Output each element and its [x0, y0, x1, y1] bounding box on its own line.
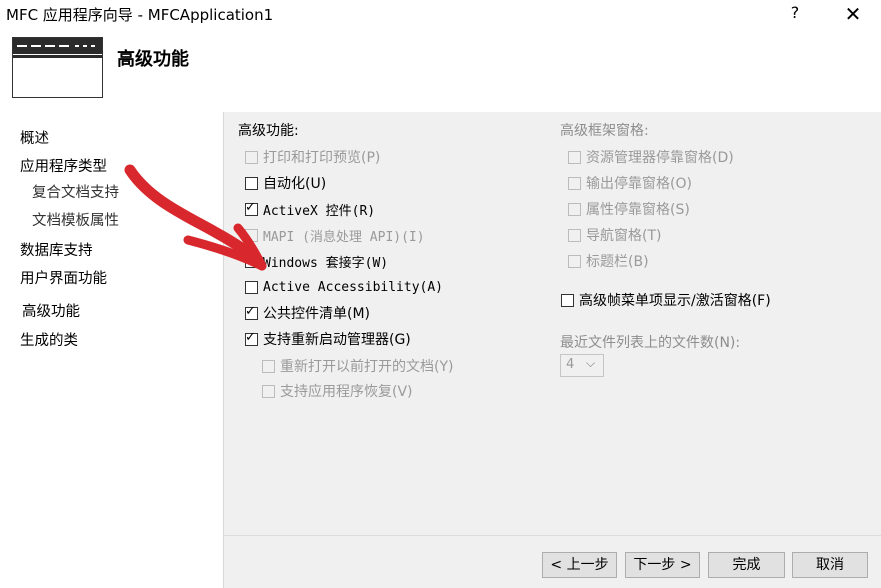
- title-bar: MFC 应用程序向导 - MFCApplication1 ? ✕: [0, 0, 881, 28]
- features-group-label: 高级功能:: [238, 123, 299, 139]
- checkmark-icon: ✓: [245, 329, 256, 345]
- checkbox-box: [262, 384, 275, 398]
- cancel-button[interactable]: 取消: [792, 552, 868, 578]
- output-docking-pane-checkbox[interactable]: 输出停靠窗格(O): [568, 173, 692, 193]
- nav-item-application-type[interactable]: 应用程序类型: [20, 155, 107, 176]
- active-accessibility-checkbox[interactable]: Active Accessibility(A): [245, 277, 443, 297]
- checkmark-icon: ✓: [245, 303, 256, 319]
- properties-docking-pane-checkbox[interactable]: 属性停靠窗格(S): [568, 199, 690, 219]
- checkbox-label: 标题栏(B): [586, 254, 649, 270]
- print-preview-checkbox[interactable]: 打印和打印预览(P): [245, 147, 380, 167]
- checkbox-label: 支持重新启动管理器(G): [263, 332, 411, 348]
- checkbox-label: ActiveX 控件(R): [263, 203, 376, 219]
- checkbox-label: 重新打开以前打开的文档(Y): [280, 359, 454, 375]
- recent-files-label: 最近文件列表上的文件数(N):: [560, 335, 741, 351]
- activex-controls-checkbox[interactable]: ✓ ActiveX 控件(R): [245, 199, 375, 219]
- back-button[interactable]: < 上一步: [542, 552, 617, 578]
- nav-item-document-template[interactable]: 文档模板属性: [32, 209, 119, 230]
- options-panel: 高级功能: 高级框架窗格: 打印和打印预览(P) 自动化(U) ✓ ActiveX…: [223, 112, 881, 588]
- checkbox-label: 打印和打印预览(P): [263, 150, 381, 166]
- page-title: 高级功能: [117, 49, 189, 70]
- checkbox-box: [245, 176, 258, 190]
- restart-manager-checkbox[interactable]: ✓ 支持重新启动管理器(G): [245, 329, 411, 349]
- caption-bar-checkbox[interactable]: 标题栏(B): [568, 251, 649, 271]
- checkbox-label: 导航窗格(T): [586, 228, 662, 244]
- automation-checkbox[interactable]: 自动化(U): [245, 173, 326, 193]
- recent-files-select[interactable]: 4 ⌵: [560, 354, 604, 377]
- checkbox-label: 属性停靠窗格(S): [586, 202, 690, 218]
- checkbox-box: [245, 150, 258, 164]
- application-recovery-checkbox[interactable]: 支持应用程序恢复(V): [262, 381, 413, 401]
- checkbox-label: 输出停靠窗格(O): [586, 176, 692, 192]
- nav-item-advanced-features[interactable]: 高级功能: [22, 300, 80, 321]
- checkbox-label: MAPI (消息处理 API)(I): [263, 229, 425, 245]
- checkmark-icon: ✓: [245, 199, 256, 215]
- frame-panes-group-label: 高级框架窗格:: [560, 123, 649, 139]
- checkbox-box: [262, 359, 275, 373]
- checkbox-box: ✓: [245, 251, 258, 268]
- checkbox-box: [568, 228, 581, 242]
- common-control-manifest-checkbox[interactable]: ✓ 公共控件清单(M): [245, 303, 370, 323]
- checkbox-box: [568, 176, 581, 190]
- wizard-nav: 概述 应用程序类型 复合文档支持 文档模板属性 数据库支持 用户界面功能 高级功…: [0, 112, 222, 588]
- finish-button[interactable]: 完成: [708, 552, 785, 578]
- checkbox-box: ✓: [245, 199, 258, 216]
- nav-item-user-interface[interactable]: 用户界面功能: [20, 267, 107, 288]
- nav-item-compound-document[interactable]: 复合文档支持: [32, 181, 119, 202]
- checkbox-box: [568, 202, 581, 216]
- reopen-documents-checkbox[interactable]: 重新打开以前打开的文档(Y): [262, 356, 453, 376]
- windows-sockets-checkbox[interactable]: ✓ Windows 套接字(W): [245, 251, 388, 271]
- checkbox-label: 公共控件清单(M): [263, 306, 371, 322]
- window-title: MFC 应用程序向导 - MFCApplication1: [6, 6, 274, 24]
- nav-item-database[interactable]: 数据库支持: [20, 239, 93, 260]
- close-button[interactable]: ✕: [843, 2, 863, 26]
- nav-item-overview[interactable]: 概述: [20, 127, 49, 148]
- checkbox-box: [561, 293, 574, 307]
- select-value: 4: [566, 357, 575, 372]
- frame-menu-items-checkbox[interactable]: 高级帧菜单项显示/激活窗格(F): [561, 290, 771, 310]
- checkbox-box: ✓: [245, 329, 258, 346]
- checkmark-icon: ✓: [245, 251, 256, 267]
- checkbox-label: Windows 套接字(W): [263, 255, 389, 271]
- checkbox-box: [568, 150, 581, 164]
- chevron-down-icon: ⌵: [586, 356, 596, 370]
- checkbox-box: [245, 228, 258, 242]
- checkbox-box: ✓: [245, 303, 258, 320]
- footer-divider: [223, 535, 881, 536]
- wizard-window-icon: [12, 37, 103, 98]
- help-button[interactable]: ?: [787, 3, 803, 22]
- checkbox-label: Active Accessibility(A): [263, 279, 444, 295]
- next-button[interactable]: 下一步 >: [625, 552, 700, 578]
- navigation-pane-checkbox[interactable]: 导航窗格(T): [568, 225, 661, 245]
- explorer-docking-pane-checkbox[interactable]: 资源管理器停靠窗格(D): [568, 147, 734, 167]
- mapi-checkbox[interactable]: MAPI (消息处理 API)(I): [245, 225, 425, 245]
- checkbox-label: 资源管理器停靠窗格(D): [586, 150, 734, 166]
- checkbox-label: 自动化(U): [263, 176, 327, 192]
- checkbox-label: 高级帧菜单项显示/激活窗格(F): [579, 293, 771, 309]
- checkbox-box: [245, 280, 258, 294]
- checkbox-box: [568, 254, 581, 268]
- nav-item-generated-classes[interactable]: 生成的类: [20, 329, 78, 350]
- checkbox-label: 支持应用程序恢复(V): [280, 384, 413, 400]
